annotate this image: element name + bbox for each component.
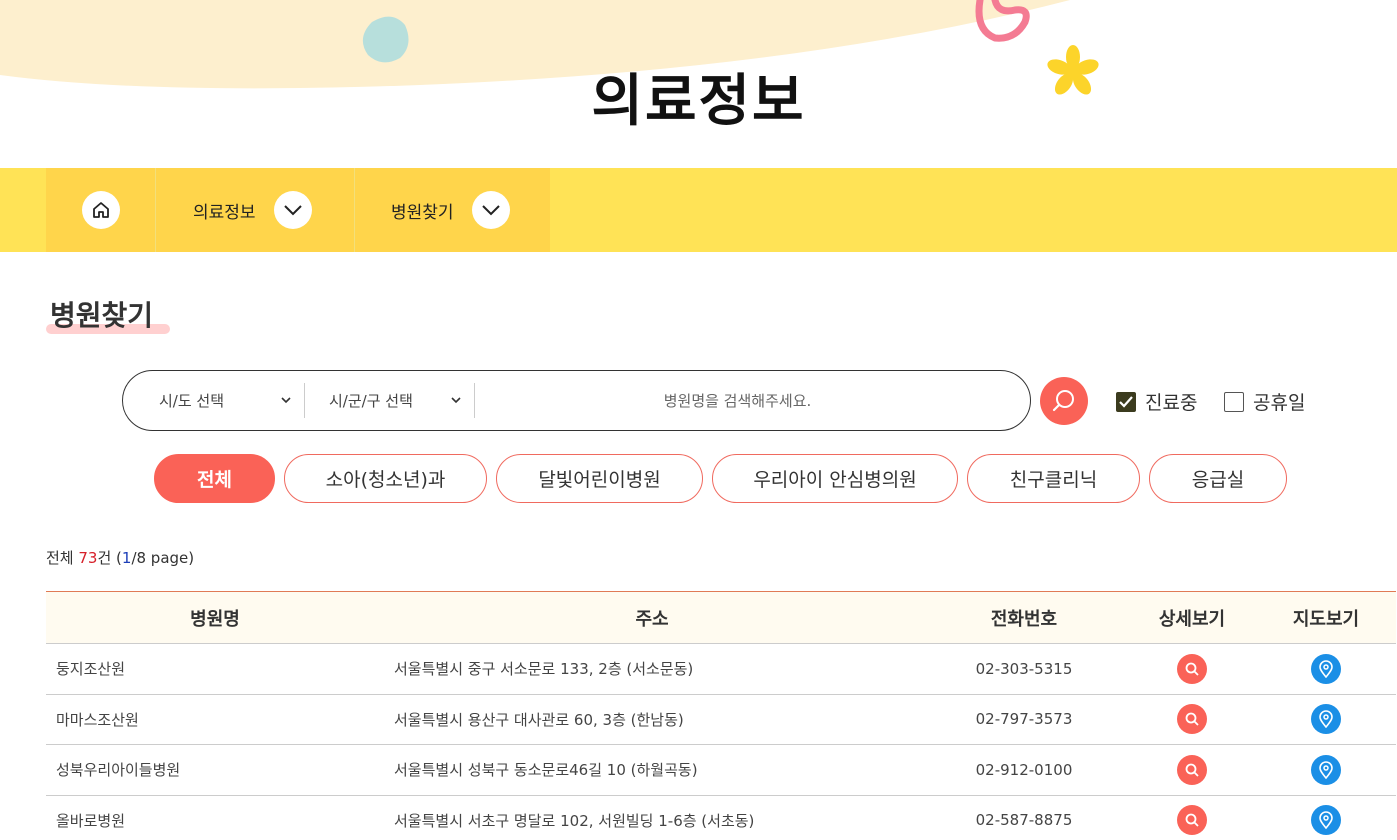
- hospital-table: 병원명 주소 전화번호 상세보기 지도보기 둥지조산원 서울특별시 중구 서소문…: [46, 591, 1396, 840]
- sigungu-select-label: 시/군/구 선택: [329, 392, 413, 410]
- table-row: 둥지조산원 서울특별시 중구 서소문로 133, 2층 (서소문동) 02-30…: [46, 644, 1396, 695]
- tab-moonlight-childrens-hospital[interactable]: 달빛어린이병원: [496, 454, 703, 503]
- column-header-phone: 전화번호: [990, 608, 1058, 630]
- column-header-address: 주소: [635, 608, 669, 630]
- tab-pediatrics[interactable]: 소아(청소년)과: [284, 454, 487, 503]
- view-detail-button[interactable]: [1177, 704, 1207, 735]
- tab-all[interactable]: 전체: [154, 454, 275, 503]
- hospital-address: 서울특별시 성북구 동소문로46길 10 (하월곡동): [394, 761, 698, 780]
- nav-item-label: 병원찾기: [391, 202, 454, 223]
- hospital-phone: 02-587-8875: [975, 811, 1073, 830]
- count-total: 73: [78, 549, 98, 567]
- hospital-name: 둥지조산원: [56, 660, 126, 679]
- table-row: 올바로병원 서울특별시 서초구 명달로 102, 서원빌딩 1-6층 (서초동)…: [46, 796, 1396, 840]
- filter-holiday[interactable]: 공휴일: [1224, 388, 1305, 415]
- column-header-map: 지도보기: [1292, 608, 1360, 630]
- filter-open-now[interactable]: 진료중: [1116, 388, 1197, 415]
- sido-select-label: 시/도 선택: [159, 392, 225, 410]
- chevron-down-icon[interactable]: [273, 191, 312, 229]
- tab-safe-clinic[interactable]: 우리아이 안심병의원: [712, 454, 958, 503]
- view-map-button[interactable]: [1311, 805, 1341, 836]
- tab-friend-clinic[interactable]: 친구클리닉: [967, 454, 1140, 503]
- tab-emergency-room[interactable]: 응급실: [1149, 454, 1287, 503]
- hospital-address: 서울특별시 서초구 명달로 102, 서원빌딩 1-6층 (서초동): [394, 811, 755, 830]
- nav-item-medical-info[interactable]: 의료정보: [155, 168, 354, 252]
- chevron-down-icon: [281, 397, 291, 404]
- map-pin-icon: [1319, 710, 1333, 729]
- view-detail-button[interactable]: [1177, 653, 1207, 684]
- table-row: 성북우리아이들병원 서울특별시 성북구 동소문로46길 10 (하월곡동) 02…: [46, 745, 1396, 796]
- view-map-button[interactable]: [1311, 704, 1341, 735]
- checkbox-checked[interactable]: [1116, 391, 1136, 412]
- count-prefix: 전체: [46, 549, 79, 567]
- map-pin-icon: [1319, 659, 1333, 678]
- view-map-button[interactable]: [1311, 754, 1341, 785]
- hospital-name: 올바로병원: [56, 811, 126, 830]
- hospital-name: 마마스조산원: [56, 710, 139, 729]
- nav-home-button[interactable]: [46, 168, 155, 252]
- search-icon: [1185, 813, 1199, 827]
- filter-label: 진료중: [1145, 392, 1198, 414]
- nav-item-hospital-search[interactable]: 병원찾기: [354, 168, 550, 252]
- hospital-name: 성북우리아이들병원: [56, 761, 181, 780]
- search-icon: [1185, 712, 1199, 726]
- map-pin-icon: [1319, 811, 1333, 830]
- table-header: 병원명 주소 전화번호 상세보기 지도보기: [46, 591, 1396, 644]
- search-icon: [1185, 662, 1199, 676]
- header-banner: 의료정보: [0, 0, 1397, 168]
- sido-select[interactable]: 시/도 선택: [123, 383, 305, 418]
- chevron-down-icon[interactable]: [471, 191, 510, 229]
- result-count: 전체 73건 (1/8 page): [46, 547, 194, 568]
- count-suffix: 건 (: [97, 549, 122, 567]
- hospital-phone: 02-797-3573: [975, 710, 1073, 729]
- nav-item-label: 의료정보: [193, 202, 256, 223]
- hospital-phone: 02-303-5315: [975, 659, 1073, 678]
- view-detail-button[interactable]: [1177, 805, 1207, 836]
- hospital-address: 서울특별시 용산구 대사관로 60, 3층 (한남동): [394, 710, 684, 729]
- search-button[interactable]: [1040, 377, 1088, 425]
- home-icon: [81, 191, 120, 229]
- view-map-button[interactable]: [1311, 653, 1341, 684]
- breadcrumb-nav: 의료정보 병원찾기: [0, 168, 1397, 252]
- section-title: 병원찾기: [50, 299, 154, 332]
- hospital-address: 서울특별시 중구 서소문로 133, 2층 (서소문동): [394, 660, 694, 679]
- count-page: 1: [121, 549, 132, 567]
- map-pin-icon: [1319, 760, 1333, 779]
- hospital-search-input[interactable]: [475, 380, 1030, 421]
- search-icon: [1185, 763, 1199, 777]
- search-icon: [1052, 390, 1074, 412]
- table-row: 마마스조산원 서울특별시 용산구 대사관로 60, 3층 (한남동) 02-79…: [46, 695, 1396, 745]
- hospital-phone: 02-912-0100: [975, 760, 1073, 779]
- column-header-detail: 상세보기: [1158, 608, 1226, 630]
- page-title: 의료정보: [591, 69, 806, 134]
- count-page-total: /8 page): [131, 549, 195, 567]
- search-bar: 시/도 선택 시/군/구 선택: [122, 370, 1031, 431]
- view-detail-button[interactable]: [1177, 754, 1207, 785]
- filter-label: 공휴일: [1253, 392, 1306, 414]
- sigungu-select[interactable]: 시/군/구 선택: [305, 383, 475, 418]
- column-header-name: 병원명: [190, 608, 240, 630]
- checkbox-unchecked[interactable]: [1224, 391, 1244, 412]
- chevron-down-icon: [451, 397, 461, 404]
